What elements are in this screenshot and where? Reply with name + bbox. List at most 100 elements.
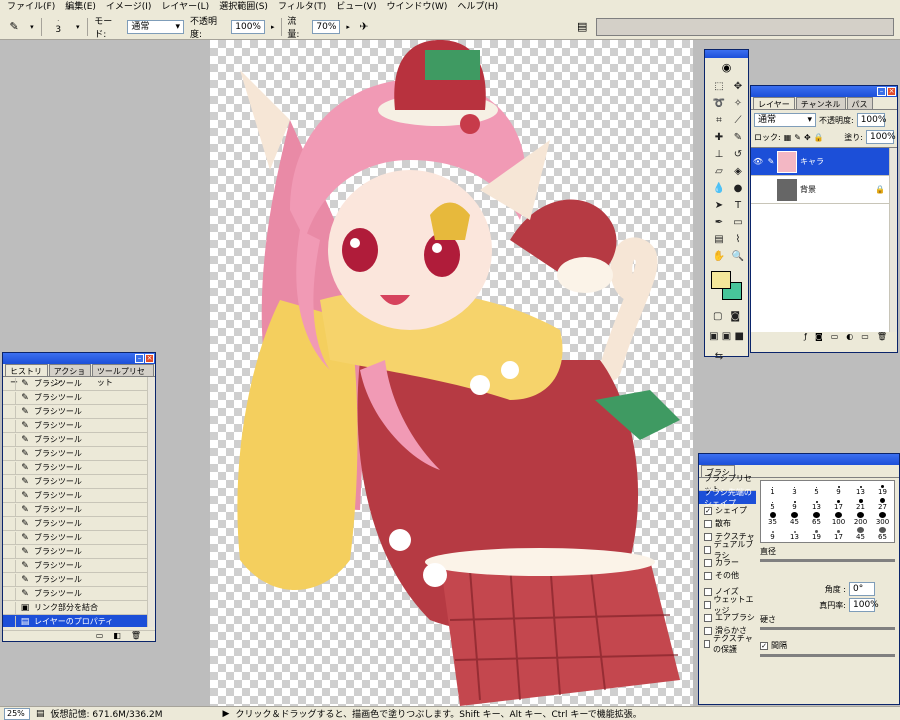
adobe-logo-icon[interactable]: ◉	[705, 58, 748, 76]
brush-tip-cell[interactable]: 45	[850, 527, 871, 541]
eraser-tool-icon[interactable]: ▱	[710, 163, 728, 179]
history-item[interactable]: ✎ ブラシツール	[3, 489, 155, 503]
brush-option-item[interactable]: テクスチャの保護	[699, 634, 756, 654]
chevron-down-icon[interactable]: ▾	[74, 18, 81, 36]
snapshot-source-cell[interactable]	[6, 419, 16, 432]
screen-mode-standard-icon[interactable]: ▣	[708, 328, 720, 344]
hand-tool-icon[interactable]: ✋	[710, 248, 728, 264]
history-titlebar[interactable]: – ×	[3, 353, 155, 364]
snapshot-source-cell[interactable]	[6, 587, 16, 600]
brush-tip-cell[interactable]: 5	[806, 482, 827, 496]
brush-tip-shape-item[interactable]: ブラシ先端のシェイプ	[699, 488, 756, 508]
brush-tip-cell[interactable]: 9	[828, 482, 849, 496]
file-browser-icon[interactable]: ▤	[574, 18, 590, 36]
brush-tip-cell[interactable]: 100	[828, 512, 849, 526]
slice-tool-icon[interactable]: ⟋	[729, 112, 747, 128]
zoom-tool-icon[interactable]: 🔍	[729, 248, 747, 264]
standard-mode-icon[interactable]: ▢	[710, 308, 726, 324]
history-brush-icon[interactable]: ↺	[729, 146, 747, 162]
tab-paths[interactable]: パス	[846, 97, 873, 109]
fill-input[interactable]: 100%	[866, 130, 896, 144]
zoom-input[interactable]: 25%	[4, 707, 30, 720]
brush-tip-cell[interactable]: 17	[828, 497, 849, 511]
close-icon[interactable]: ×	[887, 87, 896, 96]
brush-option-item[interactable]: エアブラシ	[699, 611, 756, 624]
history-scrollbar[interactable]	[147, 377, 155, 627]
history-item[interactable]: ✎ ブラシツール	[3, 405, 155, 419]
snapshot-source-cell[interactable]	[6, 559, 16, 572]
brush-tip-cell[interactable]: 9	[784, 497, 805, 511]
jump-to-imageready-icon[interactable]: ⇆	[710, 348, 728, 364]
brush-option-item[interactable]: その他	[699, 569, 756, 582]
shape-tool-icon[interactable]: ▭	[729, 214, 747, 230]
layer-style-icon[interactable]: ƒ	[804, 332, 807, 343]
screen-mode-full-icon[interactable]: ▣	[721, 328, 733, 344]
document-canvas[interactable]	[210, 40, 693, 706]
history-item[interactable]: ✎ ブラシツール	[3, 503, 155, 517]
layer-mask-icon[interactable]: ◙	[815, 332, 823, 343]
menu-window[interactable]: ウインドウ(W)	[381, 0, 452, 14]
eye-icon[interactable]: 👁	[751, 157, 765, 166]
brush-option-checkbox[interactable]: ✓	[704, 506, 712, 515]
magic-wand-icon[interactable]: ✧	[729, 95, 747, 111]
menu-file[interactable]: ファイル(F)	[2, 0, 60, 14]
chevron-right-icon[interactable]: ▸	[346, 23, 350, 31]
tab-history[interactable]: ヒストリー	[5, 364, 48, 387]
snapshot-source-cell[interactable]	[6, 573, 16, 586]
history-item[interactable]: ✎ ブラシツール	[3, 517, 155, 531]
brush-tip-cell[interactable]: 13	[806, 497, 827, 511]
brush-tool-icon[interactable]: ✎	[729, 129, 747, 145]
trash-icon[interactable]: 🗑	[131, 631, 141, 641]
brush-option-item[interactable]: 散布	[699, 517, 756, 530]
tab-layers[interactable]: レイヤー	[753, 97, 795, 109]
brush-tip-cell[interactable]: 13	[850, 482, 871, 496]
brush-option-checkbox[interactable]	[704, 587, 712, 596]
trash-icon[interactable]: 🗑	[877, 332, 887, 343]
brush-option-item[interactable]: ウェットエッジ	[699, 595, 756, 615]
snapshot-source-cell[interactable]	[6, 461, 16, 474]
menu-select[interactable]: 選択範囲(S)	[214, 0, 273, 14]
brush-tip-cell[interactable]: 9	[762, 527, 783, 541]
snapshot-source-cell[interactable]	[6, 545, 16, 558]
snapshot-source-cell[interactable]	[6, 447, 16, 460]
crop-tool-icon[interactable]: ⌗	[710, 112, 728, 128]
brush-tip-cell[interactable]: 17	[828, 527, 849, 541]
brush-option-checkbox[interactable]	[704, 545, 711, 554]
history-item-selected[interactable]: ▤ レイヤーのプロパティ	[3, 615, 155, 627]
brush-tip-cell[interactable]: 19	[806, 527, 827, 541]
diameter-slider[interactable]	[760, 559, 895, 562]
foreground-color-swatch[interactable]	[711, 271, 731, 289]
brush-tip-cell[interactable]: 13	[784, 527, 805, 541]
menu-layer[interactable]: レイヤー(L)	[156, 0, 214, 14]
snapshot-source-cell[interactable]	[6, 517, 16, 530]
menu-help[interactable]: ヘルプ(H)	[452, 0, 503, 14]
move-tool-icon[interactable]: ✥	[729, 78, 747, 94]
brush-tip-cell[interactable]: 65	[872, 527, 893, 541]
minimize-icon[interactable]: –	[877, 87, 886, 96]
brush-tip-cell[interactable]: 3	[784, 482, 805, 496]
spacing-slider[interactable]	[760, 654, 895, 657]
history-item[interactable]: ✎ ブラシツール	[3, 377, 155, 391]
brush-option-checkbox[interactable]	[704, 600, 711, 609]
brush-preset-picker[interactable]: · 3	[48, 18, 68, 35]
layers-titlebar[interactable]: – ×	[751, 86, 897, 97]
flow-input[interactable]: 70%	[312, 19, 341, 34]
history-item[interactable]: ✎ ブラシツール	[3, 559, 155, 573]
snapshot-source-cell[interactable]	[6, 433, 16, 446]
layer-row-background[interactable]: 背景 🔒	[751, 176, 897, 204]
history-item[interactable]: ✎ ブラシツール	[3, 587, 155, 601]
history-item[interactable]: ✎ ブラシツール	[3, 433, 155, 447]
history-item[interactable]: ✎ ブラシツール	[3, 391, 155, 405]
snapshot-source-cell[interactable]	[6, 489, 16, 502]
spacing-checkbox[interactable]: ✓	[760, 641, 768, 650]
snapshot-source-cell[interactable]	[6, 405, 16, 418]
brush-tip-cell[interactable]: 27	[872, 497, 893, 511]
blend-mode-select[interactable]: 通常 ▾	[754, 113, 816, 127]
history-item[interactable]: ✎ ブラシツール	[3, 447, 155, 461]
brush-link-icon[interactable]: ✎	[765, 157, 777, 166]
notes-tool-icon[interactable]: ▤	[710, 231, 728, 247]
roundness-input[interactable]: 100%	[849, 598, 879, 612]
palette-well[interactable]	[596, 17, 894, 36]
pen-tool-icon[interactable]: ✒	[710, 214, 728, 230]
hardness-slider[interactable]	[760, 627, 895, 630]
